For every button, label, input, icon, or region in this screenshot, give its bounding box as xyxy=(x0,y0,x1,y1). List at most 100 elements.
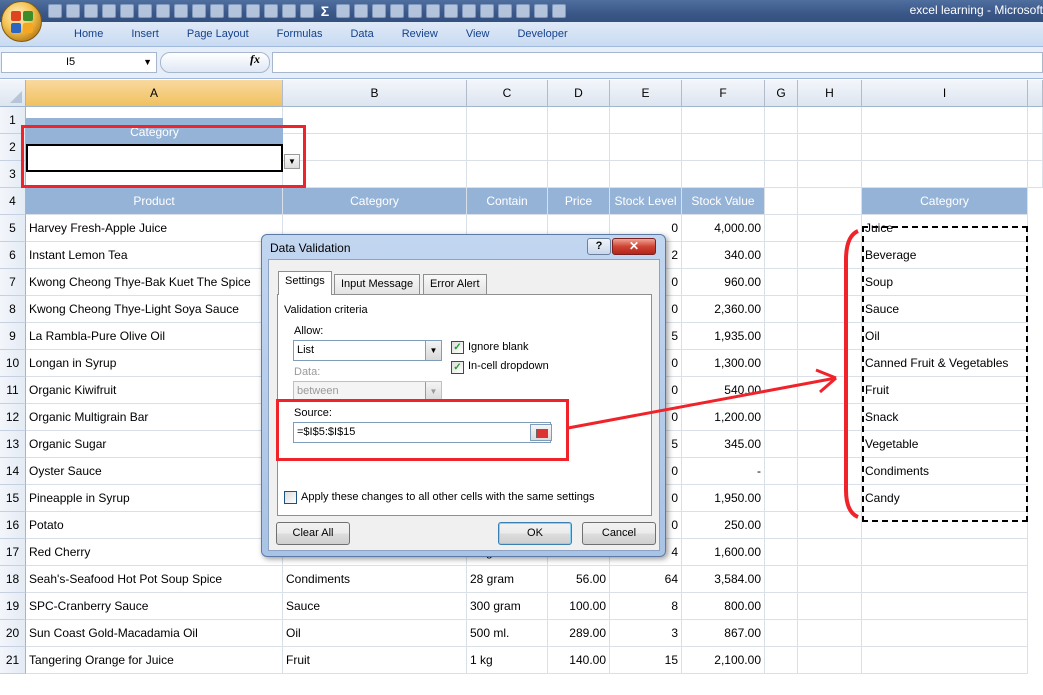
copy-icon[interactable] xyxy=(174,4,188,18)
cell[interactable] xyxy=(798,620,862,647)
table-cell[interactable]: 1,300.00 xyxy=(682,350,765,377)
zoom-icon[interactable] xyxy=(372,4,386,18)
column-header-h[interactable]: H xyxy=(798,80,862,107)
table-header-cell[interactable]: Stock Level xyxy=(610,188,682,215)
row-header-15[interactable]: 15 xyxy=(0,485,26,512)
table-cell[interactable]: 100.00 xyxy=(548,593,610,620)
cell[interactable] xyxy=(765,107,798,134)
row-header-4[interactable]: 4 xyxy=(0,188,26,215)
row-header-14[interactable]: 14 xyxy=(0,458,26,485)
column-header-d[interactable]: D xyxy=(548,80,610,107)
row-header-21[interactable]: 21 xyxy=(0,647,26,674)
table-cell[interactable]: Kwong Cheong Thye-Light Soya Sauce xyxy=(26,296,283,323)
table-header-cell[interactable]: Contain xyxy=(467,188,548,215)
table-cell[interactable]: 500 ml. xyxy=(467,620,548,647)
table-header-cell[interactable]: Product xyxy=(26,188,283,215)
table-cell[interactable]: Pineapple in Syrup xyxy=(26,485,283,512)
category-list-header[interactable]: Category xyxy=(862,188,1028,215)
insert-icon[interactable] xyxy=(300,4,314,18)
cell[interactable] xyxy=(765,134,798,161)
column-header-j[interactable] xyxy=(1028,80,1043,107)
cell[interactable] xyxy=(765,377,798,404)
table-cell[interactable]: Kwong Cheong Thye-Bak Kuet The Spice xyxy=(26,269,283,296)
table-cell[interactable]: 540.00 xyxy=(682,377,765,404)
cell[interactable] xyxy=(765,350,798,377)
table-cell[interactable]: Tangering Orange for Juice xyxy=(26,647,283,674)
cell[interactable] xyxy=(798,458,862,485)
cell[interactable] xyxy=(765,242,798,269)
save-icon[interactable] xyxy=(48,4,62,18)
row-header-7[interactable]: 7 xyxy=(0,269,26,296)
table-header-cell[interactable]: Price xyxy=(548,188,610,215)
redo-icon[interactable] xyxy=(84,4,98,18)
cell[interactable] xyxy=(765,431,798,458)
cell[interactable] xyxy=(798,377,862,404)
undo-icon[interactable] xyxy=(66,4,80,18)
cell[interactable] xyxy=(798,350,862,377)
tab-insert[interactable]: Insert xyxy=(117,28,173,40)
table-cell[interactable]: 960.00 xyxy=(682,269,765,296)
cell[interactable] xyxy=(682,161,765,188)
cell[interactable] xyxy=(765,566,798,593)
cell[interactable] xyxy=(862,134,1028,161)
table-cell[interactable]: Seah's-Seafood Hot Pot Soup Spice xyxy=(26,566,283,593)
cell[interactable] xyxy=(862,161,1028,188)
table-cell[interactable]: Potato xyxy=(26,512,283,539)
table-cell[interactable]: 1,950.00 xyxy=(682,485,765,512)
row-header-13[interactable]: 13 xyxy=(0,431,26,458)
arrow-down-icon[interactable] xyxy=(480,4,494,18)
table-cell[interactable]: Organic Kiwifruit xyxy=(26,377,283,404)
category-list-item[interactable] xyxy=(862,620,1028,647)
cell[interactable] xyxy=(1028,107,1043,134)
row-header-12[interactable]: 12 xyxy=(0,404,26,431)
cell[interactable] xyxy=(798,269,862,296)
grid-icon[interactable] xyxy=(534,4,548,18)
cell[interactable] xyxy=(610,134,682,161)
table-cell[interactable]: 1,935.00 xyxy=(682,323,765,350)
filter-icon[interactable] xyxy=(246,4,260,18)
row-header-19[interactable]: 19 xyxy=(0,593,26,620)
row-header-8[interactable]: 8 xyxy=(0,296,26,323)
column-header-a[interactable]: A xyxy=(26,80,283,107)
tab-view[interactable]: View xyxy=(452,28,504,40)
table-cell[interactable]: 300 gram xyxy=(467,593,548,620)
cell[interactable] xyxy=(765,539,798,566)
picture-icon[interactable] xyxy=(408,4,422,18)
table-cell[interactable]: 8 xyxy=(610,593,682,620)
tab-data[interactable]: Data xyxy=(336,28,387,40)
shape-icon[interactable] xyxy=(354,4,368,18)
chevron-down-icon[interactable]: ▼ xyxy=(425,341,441,360)
cell[interactable] xyxy=(798,485,862,512)
sort-icon[interactable] xyxy=(228,4,242,18)
column-header-b[interactable]: B xyxy=(283,80,467,107)
cell[interactable] xyxy=(548,107,610,134)
allow-select[interactable]: List ▼ xyxy=(293,340,442,361)
table-cell[interactable]: Longan in Syrup xyxy=(26,350,283,377)
format-painter-icon[interactable] xyxy=(138,4,152,18)
cell[interactable] xyxy=(467,134,548,161)
table-cell[interactable]: 3 xyxy=(610,620,682,647)
table-cell[interactable]: 140.00 xyxy=(548,647,610,674)
cell[interactable] xyxy=(765,458,798,485)
in-cell-dropdown-checkbox[interactable]: ✓ xyxy=(451,361,464,374)
cell[interactable] xyxy=(283,134,467,161)
close-button[interactable]: ✕ xyxy=(612,238,656,255)
table-cell[interactable]: 1,600.00 xyxy=(682,539,765,566)
table-cell[interactable]: 3,584.00 xyxy=(682,566,765,593)
fill-icon[interactable] xyxy=(336,4,350,18)
cell[interactable] xyxy=(862,107,1028,134)
table-cell[interactable]: Fruit xyxy=(283,647,467,674)
cell[interactable] xyxy=(798,647,862,674)
cell[interactable] xyxy=(682,134,765,161)
name-box[interactable]: I5 ▼ xyxy=(1,52,157,73)
chart-icon[interactable] xyxy=(210,4,224,18)
table-cell[interactable]: Condiments xyxy=(283,566,467,593)
row-header-11[interactable]: 11 xyxy=(0,377,26,404)
cell[interactable] xyxy=(765,593,798,620)
help-button[interactable]: ? xyxy=(587,238,611,255)
table-header-cell[interactable]: Category xyxy=(283,188,467,215)
cell[interactable] xyxy=(798,593,862,620)
customize-icon[interactable] xyxy=(552,4,566,18)
cell[interactable] xyxy=(798,296,862,323)
cell[interactable] xyxy=(765,647,798,674)
